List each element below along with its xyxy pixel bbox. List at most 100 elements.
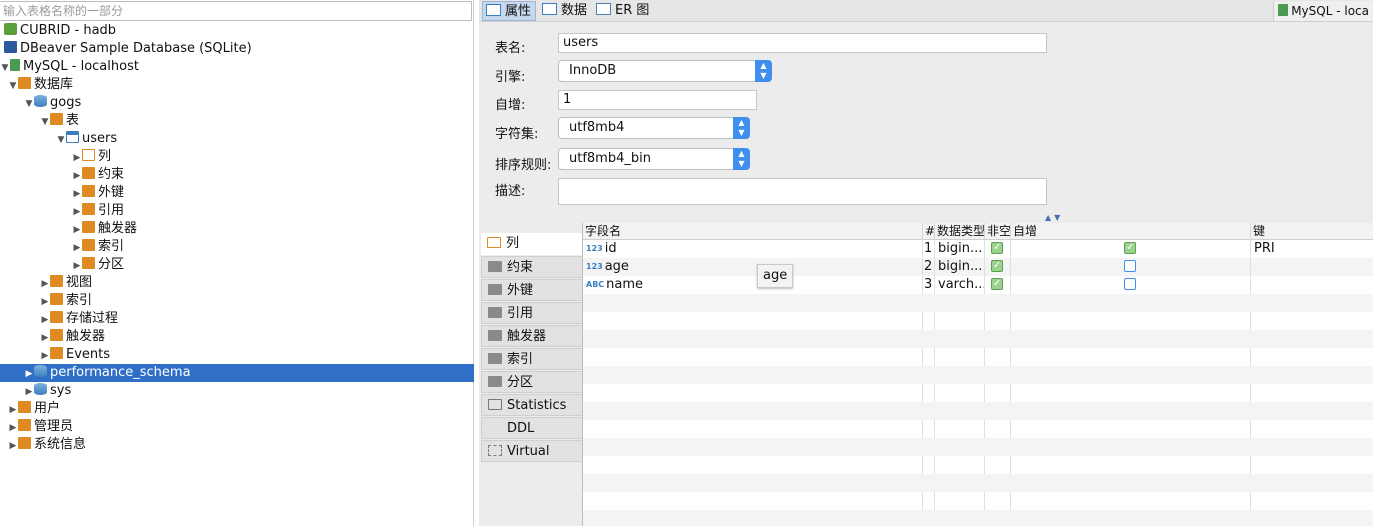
tree-item-db-triggers[interactable]: ▶ 触发器	[40, 328, 105, 346]
header-field-name[interactable]: 字段名	[583, 223, 923, 240]
tree-item-sqlite[interactable]: DBeaver Sample Database (SQLite)	[4, 40, 252, 58]
tab-er-diagram[interactable]: ER 图	[593, 1, 653, 21]
not-null-cell[interactable]	[985, 276, 1011, 294]
collapse-triangle-icon[interactable]: ▶	[40, 329, 50, 347]
auto-increment-cell[interactable]	[1011, 240, 1251, 258]
tree-item-sys[interactable]: ▶ sys	[24, 382, 71, 400]
tree-item-users-table[interactable]: ▼ users	[56, 130, 117, 148]
expand-triangle-icon[interactable]: ▼	[40, 113, 50, 131]
auto-increment-cell[interactable]	[1011, 258, 1251, 276]
expand-triangle-icon[interactable]: ▼	[56, 131, 66, 149]
auto-increment-cell[interactable]	[1011, 276, 1251, 294]
tree-item-constraints[interactable]: ▶ 约束	[72, 166, 124, 184]
checkbox-checked-icon[interactable]	[991, 258, 1003, 275]
checkbox-unchecked-icon[interactable]	[1124, 260, 1136, 272]
table-row[interactable]: 123 age 2 bigin...	[583, 258, 1373, 276]
collapse-triangle-icon[interactable]: ▶	[40, 347, 50, 365]
data-type-cell[interactable]: varch...	[935, 276, 985, 294]
tree-item-db-indexes[interactable]: ▶ 索引	[40, 292, 92, 310]
collapse-triangle-icon[interactable]: ▶	[72, 239, 82, 257]
table-name-field[interactable]: users	[558, 33, 1047, 53]
collapse-triangle-icon[interactable]: ▶	[8, 419, 18, 437]
collapse-triangle-icon[interactable]: ▶	[72, 221, 82, 239]
field-name-cell[interactable]: 123 id	[583, 240, 923, 258]
collapse-triangle-icon[interactable]: ▶	[72, 257, 82, 275]
description-field[interactable]	[558, 178, 1047, 205]
tree-item-mysql-localhost[interactable]: ▼ MySQL - localhost	[0, 58, 139, 76]
key-cell[interactable]: PRI	[1251, 240, 1373, 258]
header-position[interactable]: #	[923, 223, 935, 240]
not-null-cell[interactable]	[985, 240, 1011, 258]
subtab-partitions[interactable]: 分区	[481, 371, 582, 393]
tree-item-columns[interactable]: ▶ 列	[72, 148, 111, 166]
data-type-cell[interactable]: bigin...	[935, 240, 985, 258]
position-cell[interactable]: 3	[923, 276, 935, 294]
tree-item-cubrid[interactable]: CUBRID - hadb	[4, 22, 116, 40]
expand-triangle-icon[interactable]: ▼	[0, 59, 10, 77]
key-cell[interactable]	[1251, 258, 1373, 276]
subtab-foreign-keys[interactable]: 外键	[481, 279, 582, 301]
checkbox-unchecked-icon[interactable]	[1124, 278, 1136, 290]
collapse-triangle-icon[interactable]: ▶	[72, 203, 82, 221]
subtab-references[interactable]: 引用	[481, 302, 582, 324]
checkbox-checked-icon[interactable]	[991, 240, 1003, 257]
tree-item-indexes[interactable]: ▶ 索引	[72, 238, 124, 256]
auto-increment-field[interactable]: 1	[558, 90, 757, 110]
subtab-indexes[interactable]: 索引	[481, 348, 582, 370]
tab-properties[interactable]: 属性	[482, 1, 537, 21]
panel-resize-sash-icon[interactable]: ▲▼	[1045, 213, 1063, 222]
header-key[interactable]: 键	[1251, 223, 1373, 240]
tree-item-gogs[interactable]: ▼ gogs	[24, 94, 81, 112]
field-name-cell[interactable]: ABC name	[583, 276, 923, 294]
table-row[interactable]: 123id 1 bigin... PRI	[583, 240, 1373, 258]
subtab-virtual[interactable]: Virtual	[481, 440, 582, 462]
collapse-triangle-icon[interactable]: ▶	[72, 167, 82, 185]
engine-select[interactable]: InnoDB ▲ ▼	[558, 60, 772, 82]
subtab-columns[interactable]: 列	[481, 233, 582, 255]
tree-item-references[interactable]: ▶ 引用	[72, 202, 124, 220]
collapse-triangle-icon[interactable]: ▶	[24, 383, 34, 401]
connection-selector[interactable]: MySQL - loca	[1273, 1, 1373, 21]
tree-item-events[interactable]: ▶ Events	[40, 346, 110, 364]
not-null-cell[interactable]	[985, 258, 1011, 276]
charset-select[interactable]: utf8mb4 ▲ ▼	[558, 117, 750, 139]
tree-item-partitions[interactable]: ▶ 分区	[72, 256, 124, 274]
tree-item-admin[interactable]: ▶ 管理员	[8, 418, 73, 436]
tree-item-performance-schema[interactable]: ▶ performance_schema	[24, 364, 191, 382]
position-cell[interactable]: 2	[923, 258, 935, 276]
collapse-triangle-icon[interactable]: ▶	[8, 437, 18, 455]
collapse-triangle-icon[interactable]: ▶	[24, 365, 34, 383]
subtab-statistics[interactable]: Statistics	[481, 394, 582, 416]
collapse-triangle-icon[interactable]: ▶	[40, 293, 50, 311]
subtab-constraints[interactable]: 约束	[481, 256, 582, 278]
collapse-triangle-icon[interactable]: ▶	[72, 149, 82, 167]
header-auto-increment[interactable]: 自增	[1011, 223, 1251, 240]
tab-data[interactable]: 数据	[539, 1, 591, 21]
collapse-triangle-icon[interactable]: ▶	[40, 311, 50, 329]
tree-item-triggers[interactable]: ▶ 触发器	[72, 220, 137, 238]
field-name-cell[interactable]: 123 age	[583, 258, 923, 276]
header-data-type[interactable]: 数据类型	[935, 223, 985, 240]
key-cell[interactable]	[1251, 276, 1373, 294]
collapse-triangle-icon[interactable]: ▶	[8, 401, 18, 419]
data-type-cell[interactable]: bigin...	[935, 258, 985, 276]
tree-item-tables[interactable]: ▼ 表	[40, 112, 79, 130]
checkbox-checked-icon[interactable]	[991, 276, 1003, 293]
collapse-triangle-icon[interactable]: ▶	[72, 185, 82, 203]
subtab-triggers[interactable]: 触发器	[481, 325, 582, 347]
tree-item-foreign-keys[interactable]: ▶ 外键	[72, 184, 124, 202]
tree-item-procedures[interactable]: ▶ 存储过程	[40, 310, 118, 328]
expand-triangle-icon[interactable]: ▼	[8, 77, 18, 95]
collation-select[interactable]: utf8mb4_bin ▲ ▼	[558, 148, 750, 170]
tree-item-databases[interactable]: ▼ 数据库	[8, 76, 73, 94]
tree-item-users[interactable]: ▶ 用户	[8, 400, 60, 418]
table-row[interactable]: ABC name 3 varch...	[583, 276, 1373, 294]
tree-item-system-info[interactable]: ▶ 系统信息	[8, 436, 86, 454]
expand-triangle-icon[interactable]: ▼	[24, 95, 34, 113]
subtab-ddl[interactable]: DDL	[481, 417, 582, 439]
navigator-search-input[interactable]: 输入表格名称的一部分	[0, 1, 472, 21]
collapse-triangle-icon[interactable]: ▶	[40, 275, 50, 293]
header-not-null[interactable]: 非空	[985, 223, 1011, 240]
position-cell[interactable]: 1	[923, 240, 935, 258]
checkbox-checked-icon[interactable]	[1124, 240, 1136, 257]
